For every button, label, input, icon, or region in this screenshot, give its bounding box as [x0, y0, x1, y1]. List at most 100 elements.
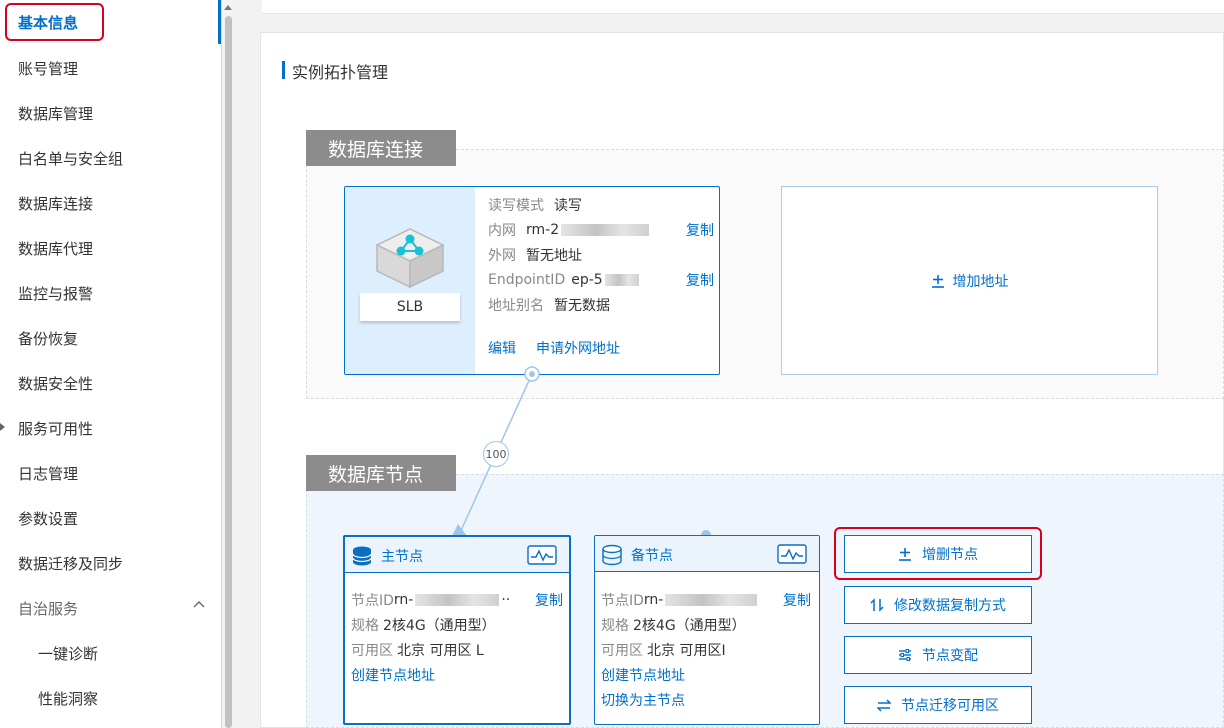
add-address-button[interactable]: 增加地址 [781, 186, 1158, 375]
connection-section-label: 数据库连接 [306, 130, 456, 166]
intranet-key: 内网 [488, 223, 516, 239]
sidebar-item-diagnosis[interactable]: 一键诊断 [0, 631, 220, 676]
standby-node-spec-row: 规格 2核4G（通用型） [601, 615, 746, 635]
apply-public-address-link[interactable]: 申请外网地址 [536, 338, 620, 358]
sidebar-item-performance[interactable]: 性能洞察 [0, 676, 220, 721]
add-address-label: 增加地址 [952, 273, 1009, 290]
sidebar-item-db-connection[interactable]: 数据库连接 [0, 181, 220, 226]
standby-node-id-row: 节点ID rn- 复制 [601, 590, 811, 610]
swap-arrows-icon [877, 699, 891, 712]
sidebar-scrollbar[interactable] [222, 0, 234, 728]
internet-row: 外网 暂无地址 [488, 245, 582, 265]
sidebar-item-label: 备份恢复 [18, 330, 79, 348]
internet-value: 暂无地址 [526, 248, 582, 264]
standby-node-card: 备节点 节点ID rn- 复制 规格 2核4G（通用型） 可用区 北京 可用区I… [594, 535, 820, 725]
sidebar: 基本信息 账号管理 数据库管理 白名单与安全组 数据库连接 数据库代理 监控与报… [0, 0, 222, 728]
sidebar-item-label: 性能洞察 [38, 690, 99, 708]
sidebar-item-label: 监控与报警 [18, 285, 94, 303]
spec-value: 2核4G（通用型） [633, 618, 746, 634]
standby-node-zone-row: 可用区 北京 可用区I [601, 640, 726, 660]
copy-node-id-link[interactable]: 复制 [535, 590, 563, 610]
sidebar-item-logs[interactable]: 日志管理 [0, 451, 220, 496]
page-title: 实例拓扑管理 [292, 63, 389, 82]
sidebar-item-whitelist[interactable]: 白名单与安全组 [0, 136, 220, 181]
switch-to-primary-link[interactable]: 切换为主节点 [601, 690, 685, 710]
copy-endpoint-link[interactable]: 复制 [686, 270, 714, 290]
edit-link[interactable]: 编辑 [488, 338, 516, 358]
spec-key: 规格 [351, 618, 379, 634]
sidebar-item-label: 参数设置 [18, 510, 79, 528]
collapse-arrow-icon[interactable] [0, 419, 6, 435]
weight-badge: 100 [483, 441, 509, 467]
sidebar-item-label: 数据迁移及同步 [18, 555, 124, 573]
redacted-value [415, 594, 500, 606]
zone-value: 北京 可用区 L [397, 643, 484, 659]
migrate-zone-button[interactable]: 节点迁移可用区 [844, 686, 1032, 724]
endpoint-key: EndpointID [488, 272, 566, 288]
modify-replication-label: 修改数据复制方式 [894, 598, 1006, 614]
spec-key: 规格 [601, 618, 629, 634]
redacted-value [604, 274, 639, 286]
node-id-key: 节点ID [601, 593, 644, 609]
scroll-thumb[interactable] [225, 16, 232, 728]
add-remove-nodes-label: 增删节点 [922, 547, 978, 563]
intranet-row: 内网 rm-2 复制 [488, 220, 714, 240]
redacted-value [561, 224, 650, 236]
standby-create-address-row: 创建节点地址 [601, 665, 685, 685]
sidebar-item-migration[interactable]: 数据迁移及同步 [0, 541, 220, 586]
plus-minus-icon [899, 548, 911, 561]
rw-mode-row: 读写模式 读写 [488, 195, 582, 215]
chevron-up-icon[interactable] [192, 597, 206, 611]
sidebar-item-label: 数据库连接 [18, 195, 94, 213]
standby-switch-row: 切换为主节点 [601, 690, 685, 710]
slb-label: SLB [360, 293, 460, 321]
monitor-chart-icon[interactable] [777, 544, 807, 564]
zone-value: 北京 可用区I [647, 643, 726, 659]
redacted-value [665, 594, 758, 606]
sidebar-item-label: 服务可用性 [18, 420, 94, 438]
sidebar-item-parameters[interactable]: 参数设置 [0, 496, 220, 541]
title-accent-bar [282, 61, 285, 79]
node-id-value: rn- [393, 592, 414, 608]
slb-icon [375, 228, 445, 289]
plus-minus-icon [931, 274, 944, 288]
add-remove-nodes-button[interactable]: 增删节点 [844, 535, 1032, 573]
sidebar-item-label: 账号管理 [18, 60, 79, 78]
alias-key: 地址别名 [488, 298, 544, 314]
create-node-address-link[interactable]: 创建节点地址 [351, 665, 435, 685]
primary-node-header: 主节点 [345, 537, 569, 573]
modify-replication-button[interactable]: 修改数据复制方式 [844, 586, 1032, 624]
endpoint-value: ep-5 [571, 272, 603, 288]
sidebar-item-label: 日志管理 [18, 465, 79, 483]
endpoint-row: EndpointID ep-5 复制 [488, 270, 714, 290]
rw-mode-key: 读写模式 [488, 198, 544, 214]
sidebar-item-data-security[interactable]: 数据安全性 [0, 361, 220, 406]
create-node-address-link[interactable]: 创建节点地址 [601, 665, 685, 685]
monitor-chart-icon[interactable] [527, 545, 557, 565]
primary-node-id-row: 节点ID rn- ·· 复制 [351, 590, 563, 610]
sidebar-item-databases[interactable]: 数据库管理 [0, 91, 220, 136]
sidebar-item-label: 白名单与安全组 [18, 150, 124, 168]
main-content: 实例拓扑管理 数据库连接 SLB 读写模式 读写 内网 rm-2 复制 外网 暂… [234, 0, 1224, 728]
sidebar-item-accounts[interactable]: 账号管理 [0, 46, 220, 91]
database-outline-icon [602, 544, 622, 566]
copy-node-id-link[interactable]: 复制 [783, 590, 811, 610]
copy-intranet-link[interactable]: 复制 [686, 220, 714, 240]
sidebar-item-backup[interactable]: 备份恢复 [0, 316, 220, 361]
spec-value: 2核4G（通用型） [383, 618, 496, 634]
intranet-value: rm-2 [526, 222, 560, 238]
scroll-up-icon[interactable] [224, 4, 232, 12]
alias-row: 地址别名 暂无数据 [488, 295, 610, 315]
node-id-key: 节点ID [351, 593, 394, 609]
sliders-icon [899, 649, 911, 661]
sidebar-item-label: 自治服务 [18, 600, 79, 618]
migrate-zone-label: 节点迁移可用区 [901, 698, 999, 714]
alias-value: 暂无数据 [554, 298, 610, 314]
sidebar-item-autonomous[interactable]: 自治服务 [0, 586, 220, 631]
standby-node-header: 备节点 [595, 536, 819, 572]
sidebar-item-availability[interactable]: 服务可用性 [0, 406, 220, 451]
sidebar-item-monitoring[interactable]: 监控与报警 [0, 271, 220, 316]
node-reconfigure-button[interactable]: 节点变配 [844, 636, 1032, 674]
node-reconfigure-label: 节点变配 [922, 648, 978, 664]
sidebar-item-db-proxy[interactable]: 数据库代理 [0, 226, 220, 271]
